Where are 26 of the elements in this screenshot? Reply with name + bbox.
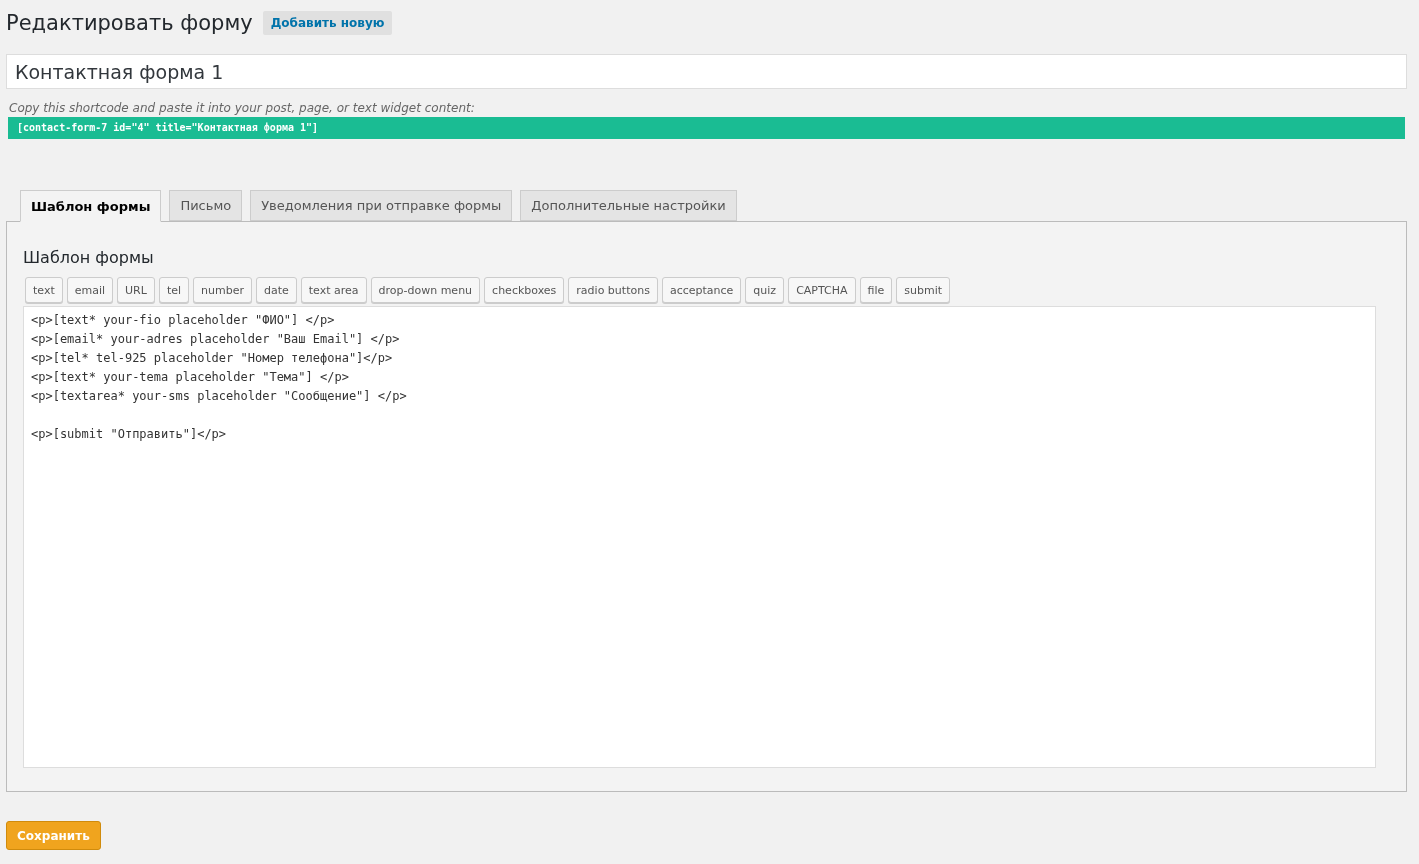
form-title-field[interactable]: Контактная форма 1 xyxy=(6,54,1407,89)
tab[interactable]: Шаблон формы xyxy=(20,190,162,222)
tag-button[interactable]: CAPTCHA xyxy=(788,277,856,303)
shortcode-hint: Copy this shortcode and paste it into your post, page, or text widget content: xyxy=(9,101,476,115)
panel-heading: Шаблон формы xyxy=(23,248,155,267)
page-title: Редактировать форму xyxy=(6,10,253,35)
form-template-editor[interactable]: <p>[text* your-fio placeholder "ФИО"] </p> <p>[email* your-adres placeholder "Ваш Email"] </p> <p>[tel* tel-925 placeholder "Номер телефона"]</p> <p>[text* your-tema placeholder "Тема"] </p> <p>[textarea* your-sms placeholder "Сообщение"] </p> <p>[submit "Отправить"]</p> xyxy=(23,306,1376,768)
tag-button[interactable]: drop-down menu xyxy=(370,277,481,303)
tag-button[interactable]: file xyxy=(859,277,893,303)
tag-button[interactable]: submit xyxy=(896,277,951,303)
shortcode: [contact-form-7 id="4" title="Контактная форма 1"] xyxy=(8,117,1405,139)
tag-button[interactable]: checkboxes xyxy=(484,277,565,303)
tag-button[interactable]: radio buttons xyxy=(568,277,658,303)
tag-button[interactable]: date xyxy=(255,277,297,303)
add-new-button[interactable]: Добавить новую xyxy=(262,10,393,35)
tag-button[interactable]: number xyxy=(193,277,252,303)
tag-button[interactable]: text xyxy=(25,277,63,303)
tag-button[interactable]: acceptance xyxy=(661,277,742,303)
tab[interactable]: Уведомления при отправке формы xyxy=(250,190,513,221)
tag-button[interactable]: text area xyxy=(300,277,367,303)
tag-button[interactable]: email xyxy=(66,277,114,303)
tag-button[interactable]: tel xyxy=(158,277,190,303)
tag-button[interactable]: URL xyxy=(117,277,155,303)
tab[interactable]: Дополнительные настройки xyxy=(520,190,737,221)
tag-button[interactable]: quiz xyxy=(745,277,785,303)
tab[interactable]: Письмо xyxy=(169,190,243,221)
